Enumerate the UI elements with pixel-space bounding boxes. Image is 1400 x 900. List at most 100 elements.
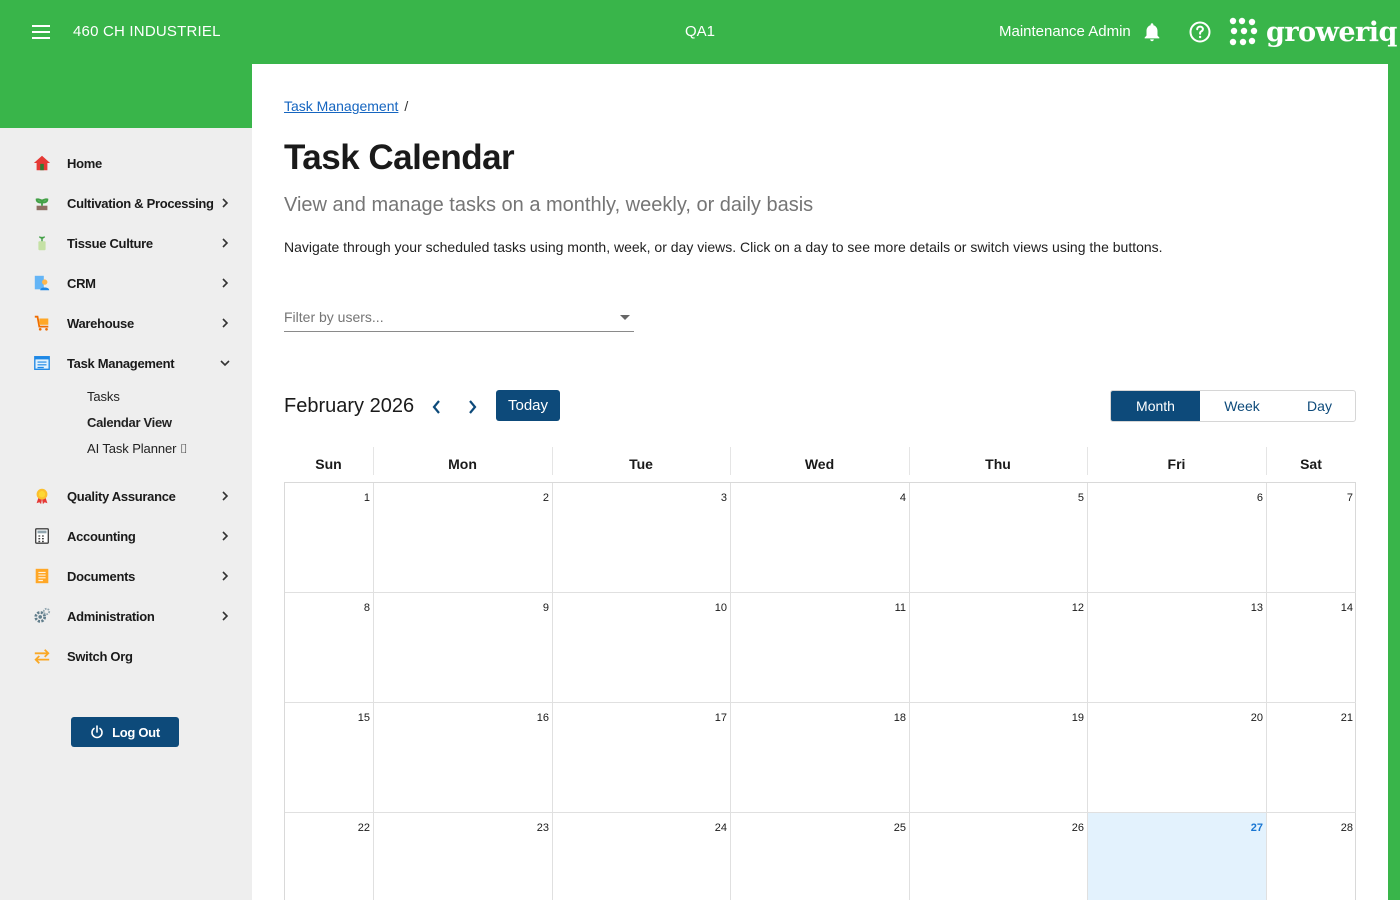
sidebar-item-label: CRM xyxy=(67,275,96,291)
document-icon xyxy=(35,568,49,584)
calendar-day-cell[interactable]: 13 xyxy=(1088,593,1267,703)
sidebar-item-cultivation[interactable]: Cultivation & Processing xyxy=(0,185,252,221)
calendar-day-cell[interactable]: 7 xyxy=(1267,483,1356,593)
header-divider xyxy=(1266,447,1267,475)
sidebar-item-label: Documents xyxy=(67,568,136,584)
sidebar-item-home[interactable]: Home xyxy=(0,145,252,181)
calendar-day-cell[interactable]: 22 xyxy=(285,813,374,900)
calendar-day-cell[interactable]: 23 xyxy=(374,813,553,900)
calendar-day-cell[interactable]: 16 xyxy=(374,703,553,813)
calendar-day-cell[interactable]: 8 xyxy=(285,593,374,703)
groweriq-logo[interactable]: groweriq xyxy=(1228,14,1397,50)
calendar-day-cell[interactable]: 25 xyxy=(731,813,910,900)
sidebar-item-documents[interactable]: Documents xyxy=(0,558,252,594)
day-number: 6 xyxy=(1256,492,1263,504)
day-number: 12 xyxy=(1071,602,1084,614)
day-number: 5 xyxy=(1077,492,1084,504)
day-number: 25 xyxy=(893,822,906,834)
previous-month-chevron-icon[interactable] xyxy=(427,396,447,418)
calendar-day-cell[interactable]: 24 xyxy=(553,813,731,900)
sidebar-item-task-management[interactable]: Task Management xyxy=(0,345,252,381)
next-month-chevron-icon[interactable] xyxy=(462,396,482,418)
day-number: 23 xyxy=(536,822,549,834)
calendar-day-cell[interactable]: 26 xyxy=(910,813,1088,900)
day-number: 18 xyxy=(893,712,906,724)
weekday-header-tue: Tue xyxy=(629,456,653,472)
user-filter-select[interactable]: Filter by users... xyxy=(284,304,634,332)
day-number: 20 xyxy=(1250,712,1263,724)
sidebar-item-warehouse[interactable]: Warehouse xyxy=(0,305,252,341)
day-number: 22 xyxy=(357,822,370,834)
calendar-day-cell[interactable]: 17 xyxy=(553,703,731,813)
view-week-button[interactable]: Week xyxy=(1200,391,1284,421)
sidebar-item-crm[interactable]: CRM xyxy=(0,265,252,301)
breadcrumb-link-task-management[interactable]: Task Management xyxy=(284,98,398,114)
calendar-day-cell[interactable]: 3 xyxy=(553,483,731,593)
calendar-day-cell[interactable]: 11 xyxy=(731,593,910,703)
medal-icon xyxy=(36,488,48,505)
weekday-header-fri: Fri xyxy=(1167,456,1186,472)
calendar-day-cell[interactable]: 1 xyxy=(285,483,374,593)
calendar-month-label: February 2026 xyxy=(284,395,415,417)
weekday-header-sun: Sun xyxy=(315,456,342,472)
calendar-day-cell[interactable]: 28 xyxy=(1267,813,1356,900)
sidebar-item-label: Quality Assurance xyxy=(67,488,176,504)
sidebar-item-tissue-culture[interactable]: Tissue Culture xyxy=(0,225,252,261)
calendar-day-cell[interactable]: 10 xyxy=(553,593,731,703)
calendar-day-cell[interactable]: 2 xyxy=(374,483,553,593)
logout-button[interactable]: Log Out xyxy=(71,717,179,747)
chevron-right-icon xyxy=(222,278,229,288)
calendar-day-cell-today[interactable]: 27 xyxy=(1088,813,1267,900)
user-name-button[interactable]: Maintenance Admin xyxy=(999,23,1131,40)
sidebar-item-label: Cultivation & Processing xyxy=(67,195,214,211)
header-divider xyxy=(552,447,553,475)
environment-label: QA1 xyxy=(684,23,715,40)
weekday-header-wed: Wed xyxy=(804,456,835,472)
right-edge-band xyxy=(1388,64,1400,900)
sidebar-item-label: Accounting xyxy=(67,528,136,544)
sidebar-subitem-calendar-view[interactable]: Calendar View xyxy=(87,415,172,430)
day-number: 24 xyxy=(714,822,727,834)
plant-icon xyxy=(35,198,49,211)
bell-icon[interactable] xyxy=(1141,20,1163,44)
sidebar-item-label: Tissue Culture xyxy=(67,235,153,251)
sidebar-item-administration[interactable]: Administration xyxy=(0,598,252,634)
day-number: 21 xyxy=(1340,712,1353,724)
help-circle-icon[interactable] xyxy=(1188,20,1212,44)
sidebar-subitem-tasks[interactable]: Tasks xyxy=(87,389,120,404)
view-day-button[interactable]: Day xyxy=(1284,391,1355,421)
calendar-day-cell[interactable]: 20 xyxy=(1088,703,1267,813)
calendar-day-cell[interactable]: 15 xyxy=(285,703,374,813)
today-button[interactable]: Today xyxy=(496,390,560,421)
header-divider xyxy=(730,447,731,475)
day-number: 27 xyxy=(1250,822,1263,834)
page-description: Navigate through your scheduled tasks us… xyxy=(284,239,1163,255)
calendar-day-cell[interactable]: 19 xyxy=(910,703,1088,813)
calculator-icon xyxy=(35,528,49,544)
weekday-header-sat: Sat xyxy=(1300,456,1322,472)
day-number: 11 xyxy=(894,602,906,614)
day-number: 13 xyxy=(1250,602,1263,614)
calendar-day-cell[interactable]: 6 xyxy=(1088,483,1267,593)
calendar-day-cell[interactable]: 12 xyxy=(910,593,1088,703)
calendar-day-cell[interactable]: 4 xyxy=(731,483,910,593)
calendar-day-cell[interactable]: 14 xyxy=(1267,593,1356,703)
sidebar-item-switch-org[interactable]: Switch Org xyxy=(0,638,252,674)
logout-label: Log Out xyxy=(112,724,160,740)
calendar-day-cell[interactable]: 5 xyxy=(910,483,1088,593)
sidebar-item-accounting[interactable]: Accounting xyxy=(0,518,252,554)
view-month-button[interactable]: Month xyxy=(1111,391,1200,421)
chevron-right-icon xyxy=(222,198,229,208)
crm-icon xyxy=(34,275,50,291)
view-toggle-group: Month Week Day xyxy=(1110,390,1356,422)
header-divider xyxy=(1087,447,1088,475)
calendar-day-cell[interactable]: 18 xyxy=(731,703,910,813)
day-number: 2 xyxy=(542,492,549,504)
sidebar-item-quality-assurance[interactable]: Quality Assurance xyxy=(0,478,252,514)
calendar-day-cell[interactable]: 21 xyxy=(1267,703,1356,813)
hamburger-menu-icon[interactable] xyxy=(28,20,54,44)
sidebar-subitem-ai-task-planner[interactable]: AI Task Planner ⌷ xyxy=(87,441,188,457)
switch-arrows-icon xyxy=(34,649,50,664)
calendar-day-cell[interactable]: 9 xyxy=(374,593,553,703)
chevron-right-icon xyxy=(222,531,229,541)
